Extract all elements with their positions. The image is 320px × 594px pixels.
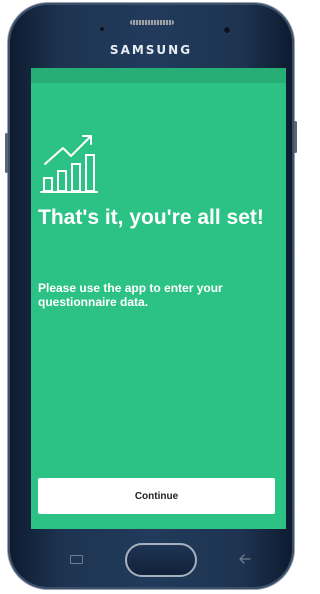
front-camera	[224, 27, 230, 33]
app-screen: That's it, you're all set! Please use th…	[31, 68, 286, 529]
proximity-sensor	[100, 27, 104, 31]
page-subtitle: Please use the app to enter your questio…	[38, 281, 223, 309]
chart-trend-icon	[39, 128, 99, 194]
back-icon[interactable]	[237, 552, 253, 566]
status-bar	[31, 68, 286, 83]
continue-button[interactable]: Continue	[38, 478, 275, 514]
earpiece-speaker	[130, 20, 174, 25]
home-button[interactable]	[125, 543, 197, 577]
page-title: That's it, you're all set!	[38, 206, 264, 229]
recent-apps-icon[interactable]	[70, 555, 83, 564]
power-button[interactable]	[294, 121, 297, 153]
device-brand: SAMSUNG	[109, 43, 193, 57]
volume-button[interactable]	[5, 133, 8, 173]
